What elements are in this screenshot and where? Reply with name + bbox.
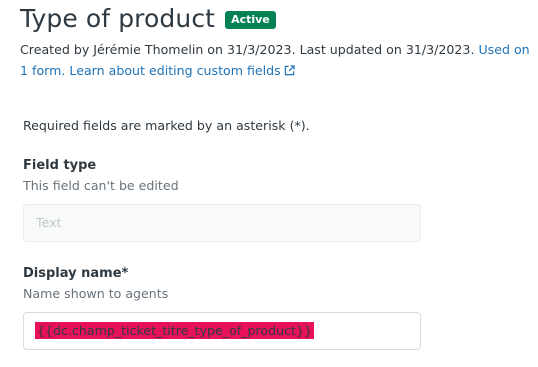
- page-header: Type of product Active Created by Jérémi…: [20, 3, 530, 81]
- learn-editing-link[interactable]: Learn about editing custom fields: [69, 63, 295, 78]
- external-link-icon: [284, 65, 295, 76]
- field-type-value: Text: [36, 215, 62, 230]
- created-updated-text: Created by Jérémie Thomelin on 31/3/2023…: [20, 42, 479, 57]
- field-type-hint: This field can't be edited: [23, 178, 179, 193]
- learn-editing-link-label: Learn about editing custom fields: [69, 63, 281, 78]
- field-meta-info: Created by Jérémie Thomelin on 31/3/2023…: [20, 39, 530, 81]
- display-name-hint: Name shown to agents: [23, 286, 169, 301]
- display-name-input[interactable]: {{dc.champ_ticket_titre_type_of_product}…: [23, 312, 421, 350]
- page-title: Type of product: [20, 4, 216, 33]
- required-fields-note: Required fields are marked by an asteris…: [23, 118, 310, 133]
- field-type-label: Field type: [23, 158, 97, 173]
- title-row: Type of product Active: [20, 3, 530, 35]
- status-badge: Active: [225, 11, 276, 29]
- field-type-input: Text: [23, 204, 421, 242]
- display-name-label: Display name*: [23, 266, 129, 281]
- display-name-value: {{dc.champ_ticket_titre_type_of_product}…: [35, 322, 314, 339]
